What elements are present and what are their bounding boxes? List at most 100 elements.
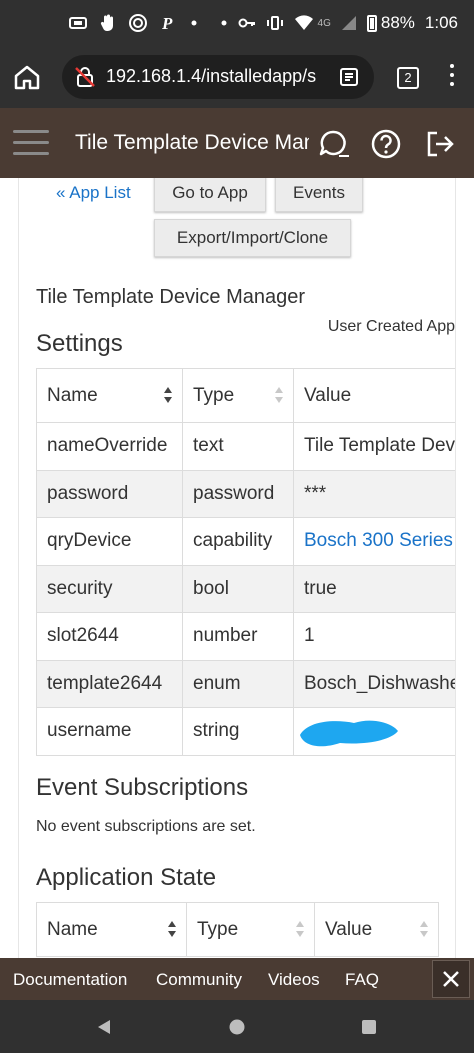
- column-header-type[interactable]: Type: [186, 902, 315, 957]
- sort-icon[interactable]: [275, 387, 283, 405]
- column-header-name[interactable]: Name: [36, 368, 183, 423]
- help-icon[interactable]: [370, 128, 402, 160]
- key-icon: [238, 18, 255, 28]
- setting-value: true: [293, 564, 455, 613]
- browser-toolbar: 192.168.1.4/installedapp/s 2: [0, 48, 474, 108]
- footer-nav: Documentation Community Videos FAQ: [0, 958, 474, 1000]
- setting-type: password: [182, 469, 294, 518]
- column-label: Type: [197, 918, 239, 940]
- setting-type: bool: [182, 564, 294, 613]
- nfc-icon: [129, 14, 147, 32]
- setting-type: string: [182, 707, 294, 756]
- column-label: Name: [47, 918, 98, 940]
- reader-mode-icon[interactable]: [338, 66, 360, 88]
- no-events-text: No event subscriptions are set.: [36, 818, 256, 835]
- network-type: 4G: [317, 17, 331, 29]
- events-button[interactable]: Events: [275, 178, 363, 212]
- state-header-row: Name Type Value: [36, 902, 439, 957]
- application-state-heading: Application State: [36, 864, 217, 891]
- close-icon: [443, 971, 459, 987]
- signal-icon: [341, 16, 356, 30]
- url-text[interactable]: 192.168.1.4/installedapp/s: [106, 66, 328, 87]
- home-nav-icon[interactable]: [228, 1018, 246, 1036]
- system-status: 4G 88% 1:06: [220, 13, 458, 33]
- android-nav-bar: [0, 1000, 474, 1053]
- documentation-link[interactable]: Documentation: [13, 970, 127, 990]
- header-title: Tile Template Device Manager: [75, 131, 309, 154]
- sort-icon[interactable]: [168, 921, 176, 939]
- settings-table: Name Type Value nameOverride text Tile T…: [36, 368, 455, 756]
- sort-icon[interactable]: [420, 921, 428, 939]
- logout-icon[interactable]: [424, 128, 456, 160]
- column-label: Name: [47, 384, 98, 406]
- battery-percent: 88%: [380, 13, 415, 32]
- setting-value: ***: [293, 469, 455, 518]
- recents-icon[interactable]: [361, 1019, 377, 1035]
- vibrate-icon: [266, 16, 283, 30]
- app-type: User Created App: [327, 318, 455, 335]
- column-label: Type: [193, 384, 235, 406]
- state-table: Name Type Value: [36, 902, 439, 957]
- setting-value: Tile Template Device Manager: [293, 422, 455, 471]
- tab-switcher-button[interactable]: 2: [397, 67, 419, 89]
- redaction-scribble: [300, 720, 398, 747]
- column-label: Value: [304, 384, 352, 406]
- wifi-icon: [294, 15, 313, 30]
- sort-icon[interactable]: [164, 387, 172, 405]
- status-bar: P 4G 88% 1:06: [0, 0, 474, 48]
- setting-value: [293, 707, 455, 756]
- page-content: « App List Go to App Events Export/Impor…: [18, 178, 456, 958]
- setting-name: template2644: [36, 659, 183, 708]
- app-list-link[interactable]: « App List: [56, 183, 131, 203]
- more-menu-icon[interactable]: [448, 64, 456, 90]
- setting-type: enum: [182, 659, 294, 708]
- table-row: username string: [36, 707, 455, 756]
- insecure-lock-icon[interactable]: [74, 66, 96, 88]
- battery-icon: [366, 14, 377, 32]
- go-to-app-button[interactable]: Go to App: [154, 178, 266, 212]
- table-row: nameOverride text Tile Template Device M…: [36, 422, 455, 471]
- table-row: slot2644 number 1: [36, 612, 455, 661]
- device-link[interactable]: Bosch 300 Series Dishwasher: [293, 517, 455, 566]
- table-row: password password ***: [36, 469, 455, 518]
- event-subscriptions-heading: Event Subscriptions: [36, 774, 249, 801]
- footer-close-button[interactable]: [432, 960, 470, 998]
- setting-value: Bosch_Dishwasher: [293, 659, 455, 708]
- pinterest-icon: P: [161, 14, 173, 33]
- community-link[interactable]: Community: [156, 970, 242, 990]
- setting-name: password: [36, 469, 183, 518]
- setting-name: qryDevice: [36, 517, 183, 566]
- app-header: Tile Template Device Manager: [0, 108, 474, 178]
- videos-link[interactable]: Videos: [268, 970, 320, 990]
- table-row: template2644 enum Bosch_Dishwasher: [36, 659, 455, 708]
- export-import-clone-button[interactable]: Export/Import/Clone: [154, 219, 351, 257]
- settings-header-row: Name Type Value: [36, 368, 455, 423]
- address-bar[interactable]: 192.168.1.4/installedapp/s: [62, 55, 374, 99]
- setting-name: nameOverride: [36, 422, 183, 471]
- back-icon[interactable]: [95, 1018, 113, 1036]
- cast-icon: [69, 17, 87, 29]
- hamburger-menu-icon[interactable]: [13, 130, 49, 156]
- clock: 1:06: [424, 13, 458, 32]
- home-icon[interactable]: [12, 62, 42, 92]
- table-row: qryDevice capability Bosch 300 Series Di…: [36, 517, 455, 566]
- column-label: Value: [325, 918, 373, 940]
- notification-icons: P: [68, 13, 200, 33]
- column-header-type[interactable]: Type: [182, 368, 294, 423]
- chat-icon[interactable]: [318, 128, 350, 160]
- setting-value: 1: [293, 612, 455, 661]
- faq-link[interactable]: FAQ: [345, 970, 379, 990]
- dot-icon: [191, 20, 197, 26]
- setting-type: number: [182, 612, 294, 661]
- table-row: security bool true: [36, 564, 455, 613]
- setting-name: slot2644: [36, 612, 183, 661]
- dot-icon: [221, 20, 227, 26]
- column-header-value[interactable]: Value: [293, 368, 455, 423]
- sort-icon[interactable]: [296, 921, 304, 939]
- setting-type: text: [182, 422, 294, 471]
- svg-text:P: P: [161, 14, 173, 33]
- setting-type: capability: [182, 517, 294, 566]
- column-header-name[interactable]: Name: [36, 902, 187, 957]
- app-name: Tile Template Device Manager: [36, 286, 306, 308]
- column-header-value[interactable]: Value: [314, 902, 439, 957]
